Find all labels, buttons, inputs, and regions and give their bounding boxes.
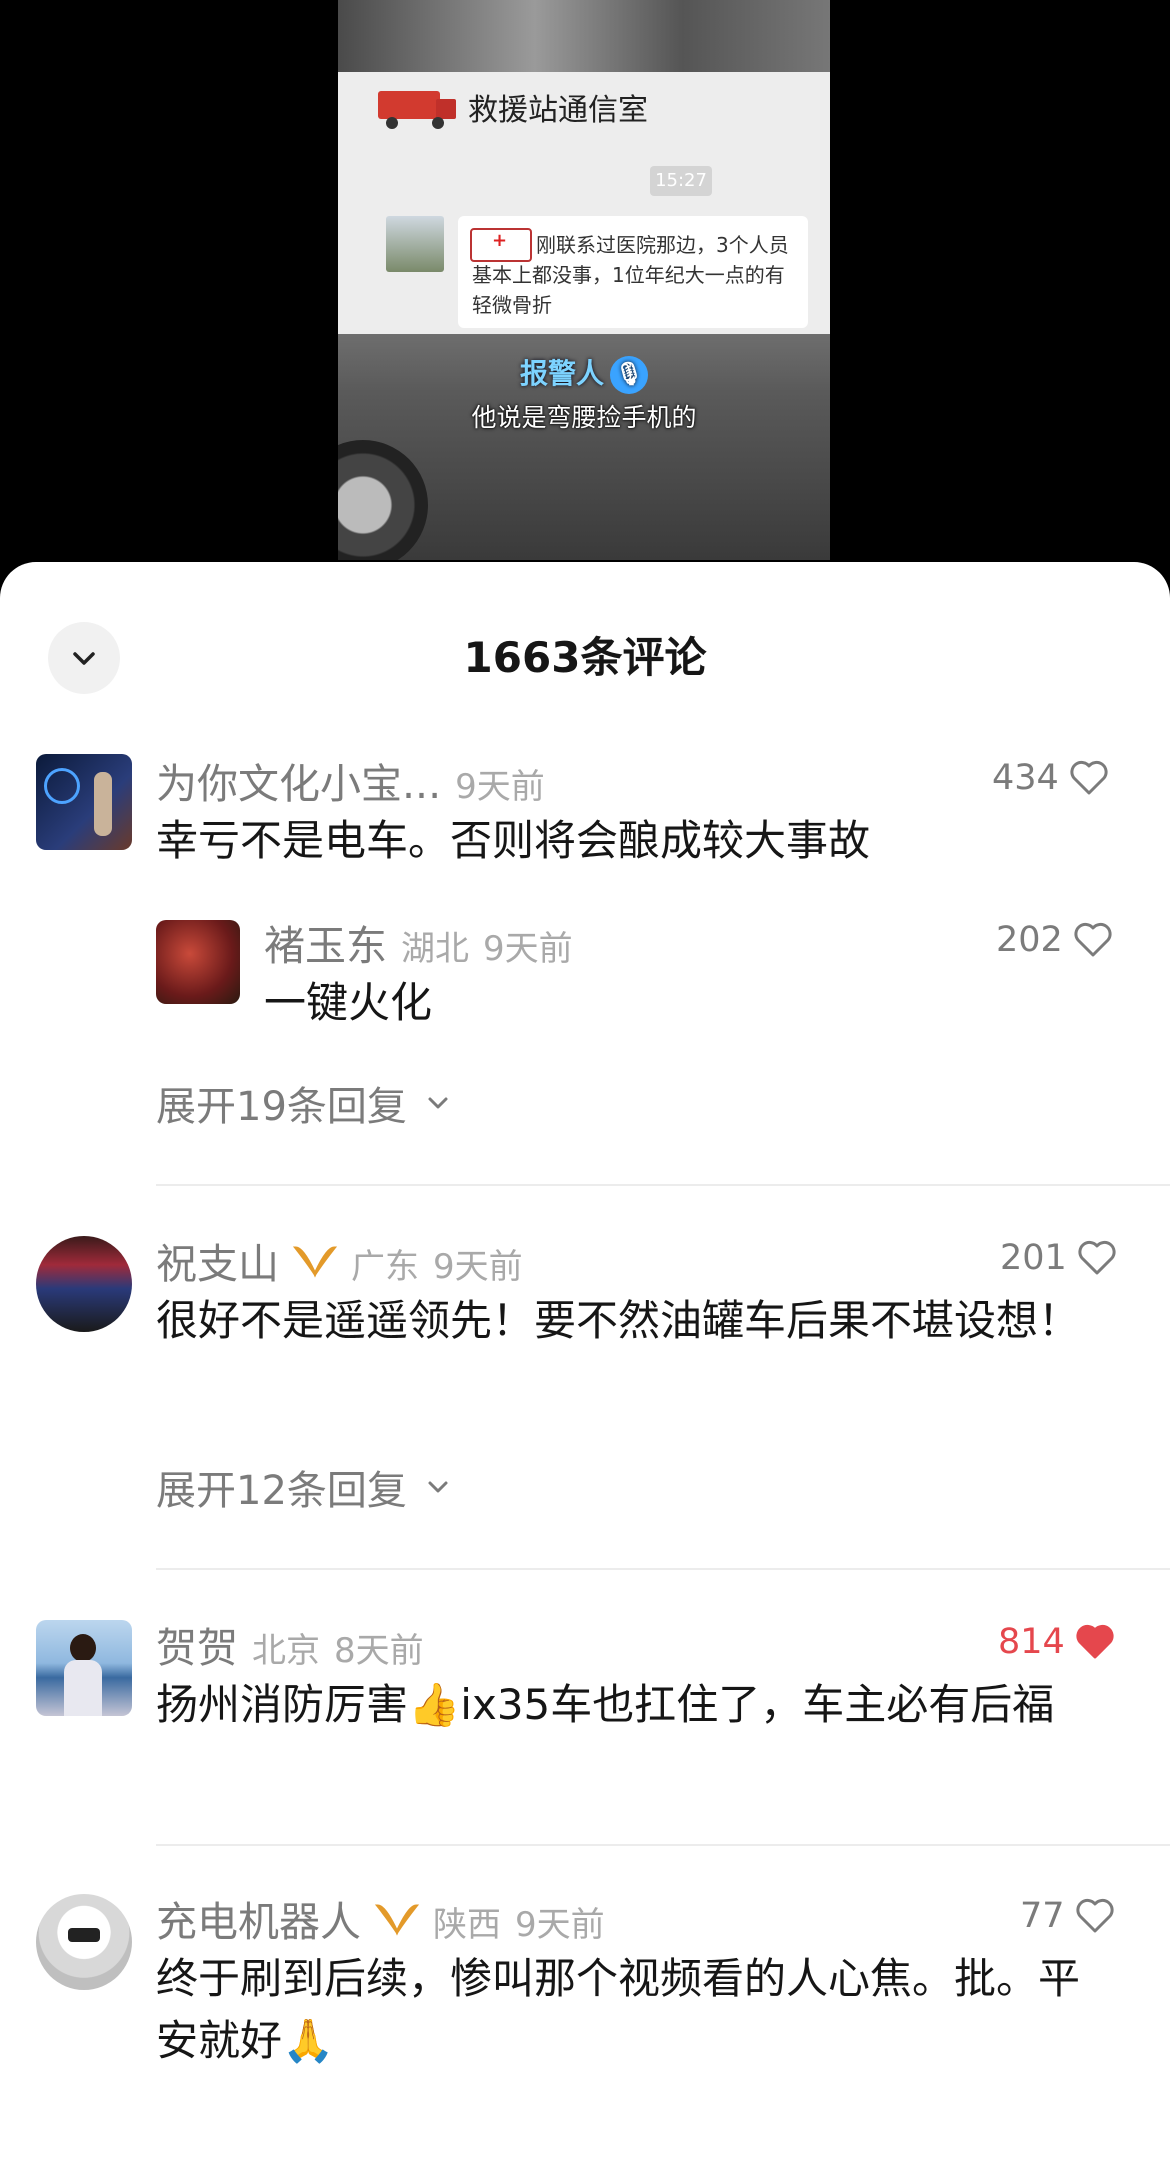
heart-icon [1070,760,1108,795]
chat-screenshot-overlay: 救援站通信室 15:27 + 刚联系过医院那边，3个人员基本上都没事，1位年纪大… [338,72,830,334]
chevron-down-icon [428,1097,448,1109]
divider [156,1844,1170,1846]
comment-location: 北京 [252,1631,320,1671]
avatar[interactable] [36,754,132,850]
speaker-label-text: 报警人 [519,357,604,390]
car-tire-image [338,440,428,560]
divider [156,1184,1170,1186]
reply-author[interactable]: 褚玉东 [264,912,387,972]
expand-replies-label: 展开19条回复 [156,1084,407,1130]
vip-badge-icon [293,1246,337,1278]
avatar[interactable] [36,1894,132,1990]
reply-location: 湖北 [401,929,469,969]
reply-author-line: 褚玉东 湖北 9天前 [264,912,573,972]
reply-avatar[interactable] [156,920,240,1004]
like-count: 77 [1020,1896,1065,1936]
fire-truck-icon [378,85,458,129]
comment-author[interactable]: 贺贺 [156,1614,238,1674]
comment-text: 终于刷到后续，惨叫那个视频看的人心焦。批。平安就好🙏 [156,1954,1081,2065]
chevron-down-icon [428,1481,448,1493]
like-count: 814 [998,1622,1065,1662]
like-button[interactable]: 434 [992,758,1109,798]
chat-timestamp: 15:27 [650,166,712,196]
comment-text: 扬州消防厉害👍ix35车也扛住了，车主必有后福 [156,1680,1055,1729]
comments-sheet: 1663条评论 为你文化小宝... 9天前 434 幸亏不是电车。否则将会酿成较… [0,562,1170,2165]
expand-replies-label: 展开12条回复 [156,1468,407,1514]
reply-time: 9天前 [483,929,573,969]
comment-author[interactable]: 祝支山 [156,1230,279,1290]
vip-badge-icon [375,1904,419,1936]
chat-title: 救援站通信室 [378,82,648,132]
avatar[interactable] [36,1620,132,1716]
chat-title-text: 救援站通信室 [468,93,648,128]
comment-location: 广东 [351,1247,419,1287]
comment-author-line: 贺贺 北京 8天前 [156,1614,424,1674]
microphone-icon: 🎙 [610,356,648,394]
comment-time: 8天前 [334,1631,424,1671]
comment-author-line: 充电机器人 陕西 9天前 [156,1888,605,1948]
like-button[interactable]: 77 [1020,1896,1115,1936]
expand-replies-button[interactable]: 展开12条回复 [156,1458,451,1516]
like-button[interactable]: 201 [1000,1238,1117,1278]
chat-sender-avatar [386,216,444,272]
chat-message-text: 刚联系过医院那边，3个人员基本上都没事，1位年纪大一点的有轻微骨折 [472,233,789,317]
speaker-label: 报警人 🎙 [338,352,830,394]
divider [156,1568,1170,1570]
like-count: 201 [1000,1238,1067,1278]
reply-like-button[interactable]: 202 [996,920,1113,960]
video-frame[interactable]: 救援站通信室 15:27 + 刚联系过医院那边，3个人员基本上都没事，1位年纪大… [338,0,830,560]
avatar[interactable] [36,1236,132,1332]
heart-filled-icon [1076,1624,1114,1659]
heart-icon [1074,922,1112,957]
chat-message-bubble: + 刚联系过医院那边，3个人员基本上都没事，1位年纪大一点的有轻微骨折 [458,216,808,328]
reply-like-count: 202 [996,920,1063,960]
like-count: 434 [992,758,1059,798]
video-caption: 他说是弯腰捡手机的 [471,403,697,432]
reply-text: 一键火化 [264,978,433,1027]
comment-author-line: 祝支山 广东 9天前 [156,1230,523,1290]
comment-text: 很好不是遥遥领先！要不然油罐车后果不堪设想！ [156,1296,1081,1345]
heart-icon [1078,1240,1116,1275]
expand-replies-button[interactable]: 展开19条回复 [156,1074,451,1132]
comment-author[interactable]: 充电机器人 [156,1888,361,1948]
comment-author[interactable]: 为你文化小宝... [156,750,441,810]
heart-icon [1076,1898,1114,1933]
video-scene-top [338,0,830,80]
comment-count-title: 1663条评论 [463,633,707,682]
like-button[interactable]: 814 [998,1622,1115,1662]
comment-text: 幸亏不是电车。否则将会酿成较大事故 [156,816,871,865]
video-player[interactable]: 救援站通信室 15:27 + 刚联系过医院那边，3个人员基本上都没事，1位年纪大… [0,0,1170,600]
comment-time: 9天前 [433,1247,523,1287]
comment-location: 陕西 [433,1905,501,1945]
comment-author-line: 为你文化小宝... 9天前 [156,750,545,810]
comment-time: 9天前 [455,767,545,807]
comment-time: 9天前 [515,1905,605,1945]
